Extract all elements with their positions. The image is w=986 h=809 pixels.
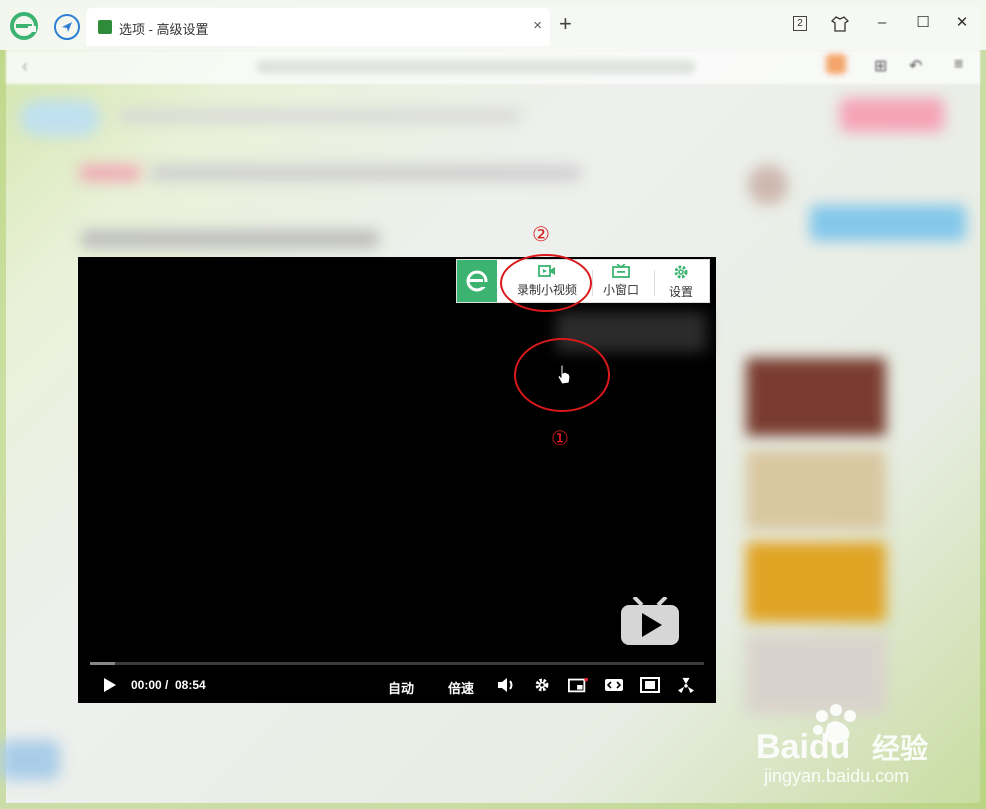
video-info <box>80 230 380 248</box>
tab-close-button[interactable]: × <box>533 17 542 34</box>
time-total: 08:54 <box>175 678 206 692</box>
speed-button[interactable]: 倍速 <box>448 678 474 697</box>
address-bar: ‹ ⊞ ↶ ≡ <box>6 50 980 84</box>
back-arrow-icon[interactable]: ‹ <box>22 56 28 77</box>
settings-button[interactable]: 设置 <box>661 264 701 300</box>
tab-count-badge[interactable]: 2 <box>793 16 807 31</box>
annotation-marker-2: ② <box>532 222 550 246</box>
gear-icon <box>674 265 688 279</box>
quality-button[interactable]: 自动 <box>388 678 414 697</box>
svg-text:经验: 经验 <box>872 732 928 765</box>
navigate-arrow-icon[interactable] <box>54 14 80 40</box>
svg-text:Baidu: Baidu <box>756 728 850 766</box>
mini-player-icon[interactable] <box>568 677 588 693</box>
new-tab-button[interactable]: + <box>559 13 572 35</box>
hand-cursor-icon <box>557 364 571 385</box>
tab-bar: 选项 - 高级设置 × + 2 – ☐ ✕ <box>0 0 986 50</box>
site-button <box>840 98 944 132</box>
maximize-button[interactable]: ☐ <box>911 13 935 33</box>
video-player[interactable]: 00:00 / 08:54 自动 倍速 <box>78 257 716 703</box>
shirt-icon[interactable] <box>831 15 849 33</box>
annotation-ellipse-2 <box>500 254 592 312</box>
time-current: 00:00 <box>131 678 162 692</box>
video-title <box>150 165 580 181</box>
tab-active[interactable]: 选项 - 高级设置 × <box>86 8 550 46</box>
tv-logo-icon <box>621 597 679 645</box>
close-window-button[interactable]: ✕ <box>950 13 974 33</box>
separator <box>592 270 593 296</box>
minimize-button[interactable]: – <box>870 13 894 33</box>
related-thumb <box>746 358 886 436</box>
mini-window-label: 小窗口 <box>602 283 639 297</box>
site-logo <box>20 100 100 136</box>
browser-logo-icon[interactable] <box>10 12 38 40</box>
undo-icon[interactable]: ↶ <box>909 56 922 76</box>
settings-label: 设置 <box>668 285 693 299</box>
radiation-icon[interactable] <box>676 677 696 693</box>
mini-window-button[interactable]: 小窗口 <box>597 263 645 298</box>
related-thumb <box>746 450 886 530</box>
gear-icon[interactable] <box>532 677 552 693</box>
related-thumb <box>746 542 886 622</box>
separator <box>654 270 655 296</box>
tag-badge <box>80 165 140 181</box>
menu-icon[interactable]: ≡ <box>954 56 963 74</box>
fullscreen-icon[interactable] <box>640 677 660 693</box>
tv-icon <box>612 263 630 278</box>
bottom-widget <box>0 740 60 780</box>
volume-icon[interactable] <box>496 677 516 693</box>
site-nav <box>120 110 520 122</box>
follow-button <box>810 205 966 241</box>
annotation-marker-1: ① <box>551 426 569 450</box>
widescreen-icon[interactable] <box>604 677 624 693</box>
wrench-icon <box>98 20 112 34</box>
progress-fill <box>90 662 115 665</box>
progress-bar[interactable] <box>90 662 704 665</box>
extension-icon[interactable] <box>826 54 846 74</box>
baidu-watermark: Baidu 经验 jingyan.baidu.com <box>756 700 946 790</box>
tab-title: 选项 - 高级设置 <box>119 22 209 37</box>
url-field[interactable] <box>256 60 696 74</box>
browser-logo-icon <box>457 260 497 302</box>
avatar <box>748 165 788 205</box>
grid-icon[interactable]: ⊞ <box>874 56 887 76</box>
time-separator: / <box>165 678 169 692</box>
play-icon[interactable] <box>102 677 118 693</box>
paw-logo-icon: Baidu 经验 jingyan.baidu.com <box>756 704 928 786</box>
svg-text:jingyan.baidu.com: jingyan.baidu.com <box>763 766 909 786</box>
